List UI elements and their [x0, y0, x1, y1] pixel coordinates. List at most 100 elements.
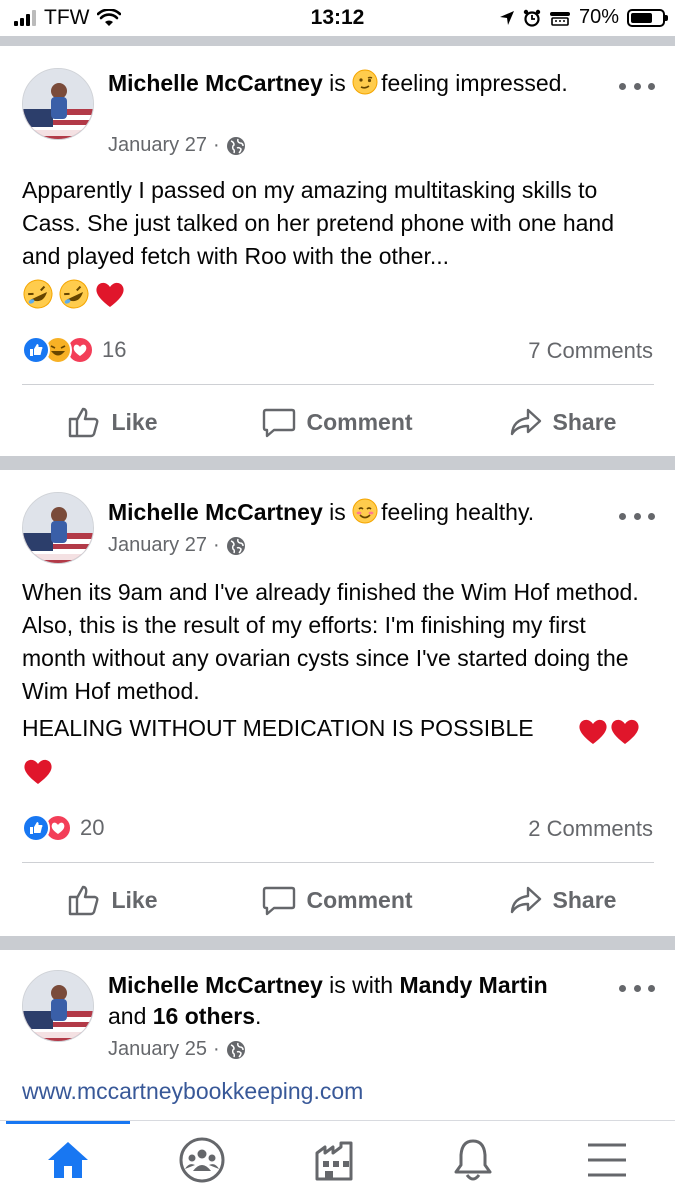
red-heart-icon: [611, 719, 639, 744]
tab-menu[interactable]: [577, 1135, 637, 1185]
thumbs-up-icon: [69, 407, 99, 438]
comment-button[interactable]: Comment: [225, 870, 450, 930]
location-arrow-icon: [499, 10, 514, 25]
like-label: Like: [111, 408, 158, 435]
separator: [22, 384, 654, 385]
header-connector: is with: [322, 972, 400, 998]
avatar[interactable]: [22, 68, 94, 140]
post-text-caps-words: HEALING WITHOUT MEDICATION IS POSSIBLE: [22, 715, 534, 741]
tty-icon: [549, 11, 570, 26]
hamburger-menu-icon: [588, 1143, 626, 1177]
globe-icon: [226, 536, 245, 555]
tab-groups[interactable]: [172, 1135, 232, 1185]
status-right: 70%: [499, 6, 668, 29]
comment-icon: [263, 408, 296, 438]
status-bar: TFW 13:12 70%: [0, 0, 675, 36]
active-tab-indicator: [6, 1121, 130, 1124]
feed-divider: [0, 456, 675, 470]
home-icon: [48, 1142, 88, 1178]
feeling-text: impressed.: [448, 70, 568, 96]
avatar[interactable]: [22, 492, 94, 564]
post-date[interactable]: January 25: [108, 1038, 207, 1061]
globe-icon: [226, 136, 245, 155]
avatar[interactable]: [22, 970, 94, 1042]
more-options-icon[interactable]: [619, 978, 655, 998]
bell-icon: [454, 1139, 492, 1181]
post-date[interactable]: January 27: [108, 534, 207, 557]
post-actions: Like Comment Share: [0, 870, 675, 930]
battery-percent: 70%: [578, 6, 619, 28]
tagged-person[interactable]: Mandy Martin: [399, 972, 547, 998]
like-reaction-icon: [22, 336, 50, 364]
feeling-prefix: feeling: [381, 70, 449, 96]
header-and: and: [108, 1003, 153, 1029]
globe-icon: [226, 1040, 245, 1059]
battery-icon: [627, 8, 668, 27]
thumbs-up-icon: [69, 885, 99, 916]
emoji-row: [22, 278, 126, 310]
meta-separator: ·: [212, 1038, 220, 1060]
red-heart-icon: [579, 719, 607, 744]
reaction-summary[interactable]: 20: [22, 814, 104, 842]
author-name[interactable]: Michelle McCartney: [108, 972, 323, 998]
post-header: Michelle McCartney is feeling impressed.: [108, 68, 578, 103]
post-date[interactable]: January 27: [108, 134, 207, 157]
author-name[interactable]: Michelle McCartney: [108, 70, 323, 96]
alarm-icon: [523, 9, 541, 27]
share-icon: [510, 886, 541, 914]
more-options-icon[interactable]: [619, 506, 655, 526]
tagged-others[interactable]: 16 others: [153, 1003, 255, 1029]
feed-post: Michelle McCartney is with Mandy Martin …: [0, 950, 675, 1120]
reaction-count: 16: [102, 337, 127, 362]
comment-label: Comment: [306, 886, 413, 913]
header-connector: is: [322, 70, 353, 96]
post-text: Apparently I passed on my amazing multit…: [22, 177, 615, 269]
header-period: .: [255, 1003, 262, 1029]
tab-home[interactable]: [38, 1135, 98, 1185]
marketplace-icon: [315, 1141, 353, 1181]
feed-divider: [0, 936, 675, 950]
groups-icon: [179, 1137, 225, 1183]
like-reaction-icon: [22, 814, 50, 842]
post-actions: Like Comment Share: [0, 392, 675, 452]
post-link[interactable]: www.mccartneybookkeeping.com: [22, 1078, 363, 1105]
meta-separator: ·: [212, 534, 220, 556]
more-options-icon[interactable]: [619, 76, 655, 96]
feeling-emoji-icon: [352, 498, 378, 532]
rofl-emoji-icon: [59, 279, 89, 309]
share-label: Share: [552, 408, 617, 435]
red-heart-icon: [96, 282, 124, 307]
bottom-tab-bar: [0, 1120, 675, 1201]
post-text: When its 9am and I've already finished t…: [22, 579, 639, 704]
like-label: Like: [111, 886, 158, 913]
share-icon: [510, 408, 541, 436]
comments-count[interactable]: 7 Comments: [528, 338, 653, 364]
tab-notifications[interactable]: [443, 1135, 503, 1185]
share-button[interactable]: Share: [450, 392, 675, 452]
share-label: Share: [552, 886, 617, 913]
post-meta: January 27 ·: [108, 134, 246, 157]
red-heart-icon: [24, 759, 52, 784]
tab-marketplace[interactable]: [306, 1135, 366, 1185]
post-header: Michelle McCartney is with Mandy Martin …: [108, 970, 578, 1032]
like-button[interactable]: Like: [0, 392, 225, 452]
share-button[interactable]: Share: [450, 870, 675, 930]
meta-separator: ·: [212, 134, 220, 156]
post-meta: January 25 ·: [108, 1038, 246, 1061]
like-button[interactable]: Like: [0, 870, 225, 930]
feed-post: Michelle McCartney is feeling impressed.…: [0, 46, 675, 456]
header-connector: is: [322, 499, 353, 525]
post-header: Michelle McCartney is feeling healthy.: [108, 497, 578, 532]
separator: [22, 862, 654, 863]
comments-count[interactable]: 2 Comments: [528, 816, 653, 842]
author-name[interactable]: Michelle McCartney: [108, 499, 323, 525]
post-text-caps: HEALING WITHOUT MEDICATION IS POSSIBLE: [22, 712, 582, 745]
feeling-prefix: feeling: [381, 499, 449, 525]
comment-icon: [263, 886, 296, 916]
reaction-count: 20: [80, 815, 105, 840]
post-meta: January 27 ·: [108, 534, 246, 557]
reaction-summary[interactable]: 16: [22, 336, 126, 364]
comment-button[interactable]: Comment: [225, 392, 450, 452]
feed-post: Michelle McCartney is feeling healthy. J…: [0, 470, 675, 936]
feed-divider: [0, 36, 675, 46]
